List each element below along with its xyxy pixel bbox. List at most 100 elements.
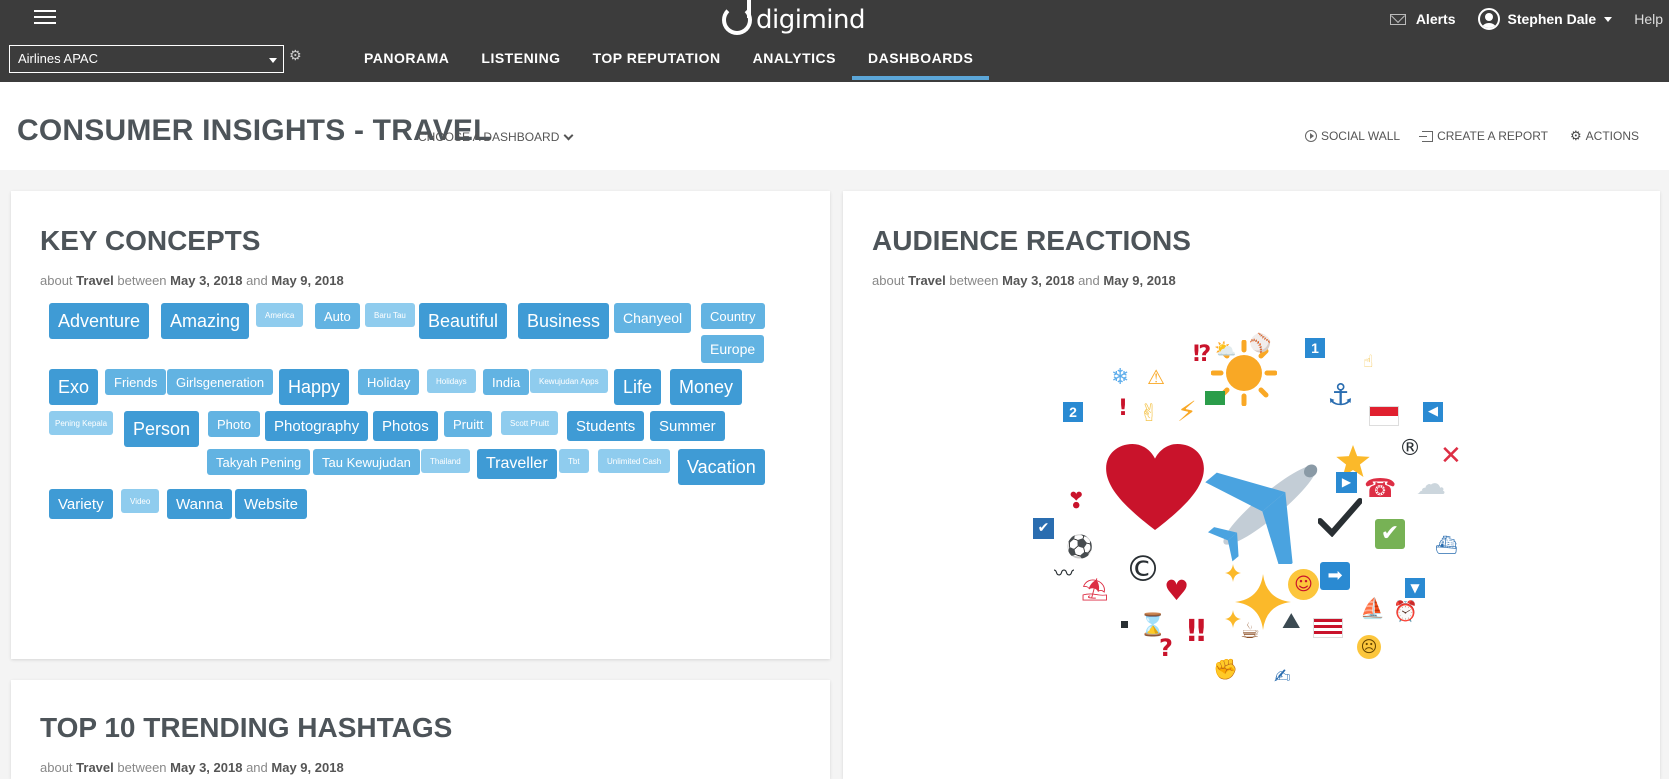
concept-tag[interactable]: Traveller — [477, 449, 557, 479]
actions-button[interactable]: ⚙ ACTIONS — [1570, 128, 1639, 144]
alerts-link[interactable]: Alerts — [1389, 11, 1456, 27]
heart-exclamation-icon[interactable]: ❣ — [1067, 491, 1085, 513]
concept-tag[interactable]: Website — [235, 489, 307, 519]
flag-singapore-icon[interactable] — [1369, 406, 1399, 426]
sun-behind-cloud-icon[interactable]: ⛅ — [1214, 341, 1236, 359]
flag-usa-icon[interactable] — [1313, 618, 1343, 638]
concept-tag[interactable]: Pening Kepala — [49, 411, 114, 435]
create-report-button[interactable]: CREATE A REPORT — [1419, 128, 1548, 144]
concept-tag[interactable]: Variety — [49, 489, 113, 519]
beach-umbrella-icon[interactable]: ⛱ — [1081, 580, 1109, 602]
concept-tag[interactable]: Girlsgeneration — [167, 369, 274, 395]
nav-dashboards[interactable]: DASHBOARDS — [852, 48, 990, 80]
concept-tag[interactable]: Europe — [701, 335, 765, 363]
copyright-icon[interactable]: © — [1125, 552, 1161, 588]
concept-tag[interactable]: Summer — [650, 411, 725, 441]
concept-tag[interactable]: Thailand — [421, 449, 470, 473]
play-button-icon[interactable]: ▶ — [1336, 472, 1357, 493]
concept-tag[interactable]: Money — [670, 369, 743, 405]
ship-icon[interactable]: ⛴ — [1435, 537, 1458, 555]
check-mark-button-icon[interactable]: ✔ — [1375, 519, 1405, 549]
flag-turkmenistan-icon[interactable] — [1205, 391, 1225, 405]
registered-icon[interactable]: ® — [1399, 438, 1421, 460]
concept-tag[interactable]: Photos — [373, 411, 438, 441]
keycap-2-icon[interactable]: 2 — [1063, 402, 1083, 422]
mountain-icon[interactable]: ⛰ — [1282, 611, 1300, 633]
black-square-icon[interactable] — [1121, 621, 1128, 628]
keycap-1-icon[interactable]: 1 — [1305, 338, 1325, 358]
concept-tag[interactable]: Tau Kewujudan — [313, 449, 420, 475]
concept-tag[interactable]: America — [256, 303, 304, 327]
right-arrow-icon[interactable]: ➡ — [1320, 562, 1350, 590]
concept-tag[interactable]: Vacation — [678, 449, 765, 485]
concept-tag[interactable]: Country — [701, 303, 765, 329]
concept-tag[interactable]: Amazing — [161, 303, 250, 339]
concept-tag[interactable]: Holidays — [427, 369, 476, 393]
pointing-finger-icon[interactable]: ☝ — [1363, 354, 1373, 371]
exclamation-icon[interactable]: ! — [1118, 398, 1128, 420]
cross-mark-icon[interactable]: ✕ — [1440, 443, 1462, 469]
concept-tag[interactable]: Adventure — [49, 303, 150, 339]
nav-listening[interactable]: LISTENING — [465, 48, 576, 78]
account-select[interactable]: Airlines APAC — [9, 45, 284, 73]
concept-tag[interactable]: Business — [518, 303, 610, 339]
digimind-logo[interactable]: digimind — [722, 0, 866, 36]
concept-tag[interactable]: Wanna — [167, 489, 232, 519]
double-exclamation-icon[interactable]: ‼ — [1187, 617, 1206, 647]
concept-tag[interactable]: Scott Pruitt — [501, 411, 559, 435]
frowning-face-icon[interactable]: ☹ — [1357, 635, 1381, 659]
social-wall-button[interactable]: SOCIAL WALL — [1304, 128, 1400, 144]
concept-tag[interactable]: India — [483, 369, 530, 395]
heavy-check-mark-emoji-icon[interactable] — [1318, 497, 1362, 537]
wavy-dash-icon[interactable]: 〰 — [1054, 563, 1074, 583]
concept-tag[interactable]: Video — [121, 489, 160, 513]
concept-tag[interactable]: Photography — [265, 411, 369, 441]
airplane-emoji-icon[interactable] — [1205, 446, 1335, 564]
writing-hand-icon[interactable]: ✍ — [1274, 666, 1291, 686]
concept-tag[interactable]: Kewujudan Apps — [530, 369, 608, 393]
smiling-face-icon[interactable]: ☺ — [1288, 569, 1319, 600]
choose-dashboard-dropdown[interactable]: CHOOSE A DASHBOARD — [418, 130, 574, 144]
concept-tag[interactable]: Tbt — [559, 449, 589, 473]
concept-tag[interactable]: Friends — [105, 369, 167, 395]
high-voltage-icon[interactable]: ⚡ — [1177, 398, 1197, 426]
concept-tag[interactable]: Students — [567, 411, 645, 441]
question-mark-icon[interactable]: ? — [1159, 636, 1173, 660]
concept-tag[interactable]: Exo — [49, 369, 99, 405]
baseball-icon[interactable]: ⚾ — [1249, 335, 1271, 353]
concept-tag[interactable]: Auto — [315, 303, 360, 329]
concept-tag[interactable]: Chanyeol — [614, 303, 692, 333]
snowflake-icon[interactable]: ❄ — [1111, 367, 1129, 389]
raised-fist-icon[interactable]: ✊ — [1213, 659, 1238, 679]
concept-tag[interactable]: Person — [124, 411, 200, 447]
anchor-icon[interactable]: ⚓ — [1327, 381, 1354, 411]
concept-tag[interactable]: Happy — [279, 369, 350, 405]
warning-icon[interactable]: ⚠ — [1147, 367, 1165, 387]
exclamation-question-icon[interactable]: ⁉ — [1193, 344, 1211, 366]
heart-emoji-icon[interactable] — [1106, 444, 1204, 532]
left-arrow-icon[interactable]: ◀ — [1423, 402, 1443, 422]
help-link[interactable]: Help — [1634, 11, 1663, 27]
concept-tag[interactable]: Unlimited Cash — [598, 449, 671, 473]
soccer-ball-icon[interactable]: ⚽ — [1066, 537, 1093, 559]
sailboat-icon[interactable]: ⛵ — [1360, 598, 1385, 618]
hamburger-menu-icon[interactable] — [34, 10, 56, 26]
alarm-clock-icon[interactable]: ⏰ — [1393, 601, 1418, 621]
concept-tag[interactable]: Takyah Pening — [207, 449, 311, 475]
concept-tag[interactable]: Beautiful — [419, 303, 508, 339]
nav-analytics[interactable]: ANALYTICS — [737, 48, 852, 78]
down-arrow-icon[interactable]: ▼ — [1405, 578, 1425, 598]
cloud-icon[interactable]: ☁ — [1416, 470, 1446, 500]
concept-tag[interactable]: Pruitt — [444, 411, 493, 437]
nav-panorama[interactable]: PANORAMA — [348, 48, 465, 78]
telephone-icon[interactable]: ☎ — [1364, 476, 1396, 502]
user-menu[interactable]: Stephen Dale — [1477, 8, 1613, 30]
concept-tag[interactable]: Photo — [208, 411, 260, 437]
red-heart-icon[interactable]: ♥ — [1164, 577, 1189, 605]
concept-tag[interactable]: Baru Tau — [365, 303, 415, 327]
concept-tag[interactable]: Holiday — [358, 369, 420, 395]
concept-tag[interactable]: Life — [614, 369, 662, 405]
victory-hand-icon[interactable]: ✌ — [1139, 401, 1159, 425]
nav-top-reputation[interactable]: TOP REPUTATION — [577, 48, 737, 78]
hot-beverage-icon[interactable]: ☕ — [1240, 621, 1260, 643]
